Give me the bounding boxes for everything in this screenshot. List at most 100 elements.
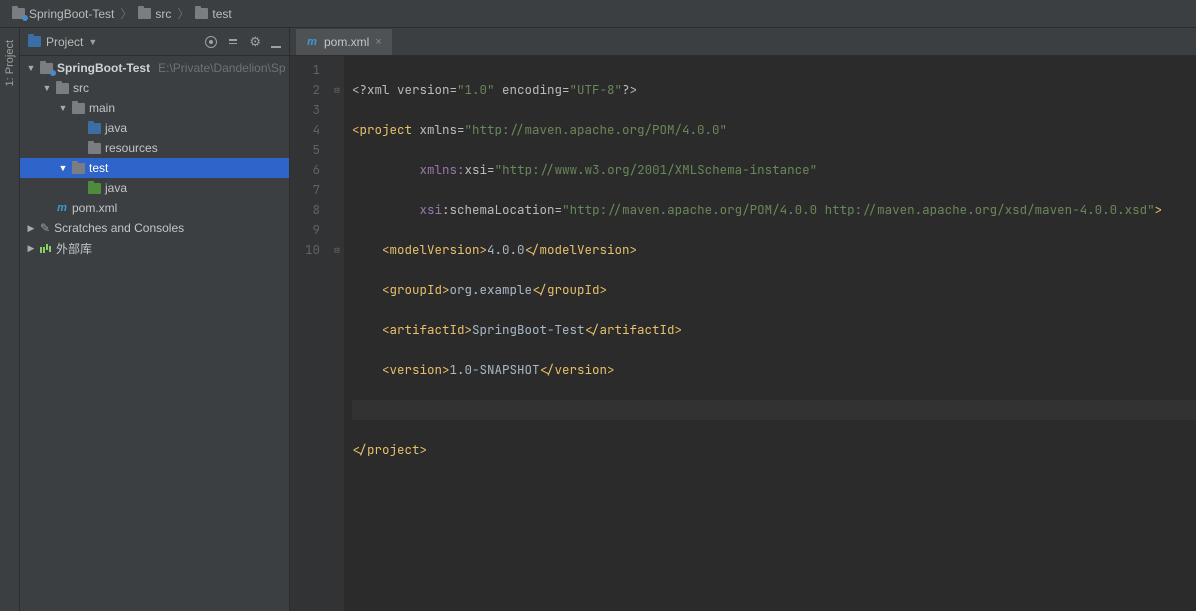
fold-toggle-icon[interactable]: ⊟ [330, 80, 344, 100]
line-number-gutter: 1 2 3 4 5 6 7 8 9 10 [290, 56, 330, 611]
xml-ns: xsi [420, 201, 443, 218]
project-folder-icon [12, 8, 25, 19]
folder-icon [138, 8, 151, 19]
xml-pi: encoding= [495, 81, 570, 98]
expand-arrow-icon[interactable]: ▼ [58, 103, 68, 113]
folder-icon [56, 83, 69, 94]
libraries-icon [40, 243, 52, 253]
xml-tag: <project [352, 121, 420, 138]
code-editor[interactable]: 1 2 3 4 5 6 7 8 9 10 ⊟ ⊟ <?xml version="… [290, 56, 1196, 611]
tree-path-hint: E:\Private\Dandelion\Sp [158, 61, 285, 75]
xml-tag: <groupId> [352, 281, 450, 298]
crumb-test[interactable]: test [195, 7, 231, 21]
xml-tag: </version> [540, 361, 615, 378]
xml-eq: = [555, 201, 563, 218]
line-number: 10 [290, 240, 320, 260]
xml-attr: :schemaLocation [442, 201, 555, 218]
tree-label: pom.xml [72, 201, 117, 215]
xml-pi: ?> [622, 81, 637, 98]
xml-text: 1.0-SNAPSHOT [450, 361, 540, 378]
resources-folder-icon [88, 143, 101, 154]
locate-icon[interactable] [205, 36, 217, 48]
xml-string: "http://www.w3.org/2001/XMLSchema-instan… [495, 161, 818, 178]
project-tree[interactable]: ▼ SpringBoot-Test E:\Private\Dandelion\S… [20, 56, 289, 611]
xml-text: SpringBoot-Test [472, 321, 585, 338]
folder-icon [72, 103, 85, 114]
tree-node-src[interactable]: ▼ src [20, 78, 289, 98]
tab-label: pom.xml [324, 35, 369, 49]
editor-tab-pom[interactable]: m pom.xml × [296, 29, 392, 55]
tree-node-java-test[interactable]: java [20, 178, 289, 198]
tree-node-pom[interactable]: m pom.xml [20, 198, 289, 218]
tree-node-scratches[interactable]: ▶ ✎ Scratches and Consoles [20, 218, 289, 238]
tree-node-resources[interactable]: resources [20, 138, 289, 158]
xml-string: "1.0" [457, 81, 495, 98]
crumb-separator: 〉 [177, 5, 189, 22]
xml-tag: <artifactId> [352, 321, 472, 338]
collapse-all-icon[interactable] [227, 36, 239, 48]
xml-string: "UTF-8" [570, 81, 623, 98]
gear-icon[interactable]: ⚙ [249, 36, 261, 48]
xml-attr: xmlns [420, 121, 458, 138]
line-number: 7 [290, 180, 320, 200]
line-number: 9 [290, 220, 320, 240]
expand-arrow-icon[interactable]: ▼ [26, 63, 36, 73]
project-tool-button[interactable]: 1: Project [4, 40, 16, 86]
editor-area: m pom.xml × 1 2 3 4 5 6 7 8 9 10 ⊟ ⊟ [290, 28, 1196, 611]
tree-label: java [105, 121, 127, 135]
tree-node-test[interactable]: ▼ test [20, 158, 289, 178]
xml-string: "http://maven.apache.org/POM/4.0.0 http:… [562, 201, 1155, 218]
tree-node-java-main[interactable]: java [20, 118, 289, 138]
tree-label: test [89, 161, 108, 175]
fold-end-icon[interactable]: ⊟ [330, 240, 344, 260]
line-number: 8 [290, 200, 320, 220]
tree-label: java [105, 181, 127, 195]
code-content[interactable]: <?xml version="1.0" encoding="UTF-8"?> <… [344, 56, 1196, 611]
xml-tag: > [1155, 201, 1163, 218]
pad [352, 161, 420, 178]
scratches-icon: ✎ [40, 221, 50, 235]
tree-root[interactable]: ▼ SpringBoot-Test E:\Private\Dandelion\S… [20, 58, 289, 78]
expand-arrow-icon[interactable]: ▶ [26, 223, 36, 234]
xml-ns: xmlns: [420, 161, 465, 178]
tree-node-main[interactable]: ▼ main [20, 98, 289, 118]
line-number: 5 [290, 140, 320, 160]
expand-arrow-icon[interactable]: ▼ [42, 83, 52, 93]
xml-text: 4.0.0 [487, 241, 525, 258]
crumb-label: test [212, 7, 231, 21]
xml-tag: </modelVersion> [525, 241, 638, 258]
project-panel: Project ▼ ⚙ ▼ SpringBoot-Test E:\Private… [20, 28, 290, 611]
line-number: 6 [290, 160, 320, 180]
line-number: 2 [290, 80, 320, 100]
panel-toolbar: ⚙ [205, 36, 283, 48]
editor-tabbar: m pom.xml × [290, 28, 1196, 56]
xml-string: "http://maven.apache.org/POM/4.0.0" [465, 121, 728, 138]
crumb-separator: 〉 [120, 5, 132, 22]
project-view-selector[interactable]: Project ▼ [28, 35, 205, 49]
tree-node-external-libs[interactable]: ▶ 外部库 [20, 238, 289, 258]
project-icon [28, 36, 41, 47]
tree-label: main [89, 101, 115, 115]
tree-label: src [73, 81, 89, 95]
xml-eq: = [487, 161, 495, 178]
tree-label: Scratches and Consoles [54, 221, 184, 235]
close-icon[interactable]: × [375, 36, 381, 48]
line-number: 4 [290, 120, 320, 140]
tree-label: 外部库 [56, 240, 92, 257]
project-folder-icon [40, 63, 53, 74]
folder-icon [72, 163, 85, 174]
crumb-root[interactable]: SpringBoot-Test [12, 7, 114, 21]
expand-arrow-icon[interactable]: ▶ [26, 243, 36, 254]
crumb-label: src [155, 7, 171, 21]
breadcrumb-bar: SpringBoot-Test 〉 src 〉 test [0, 0, 1196, 28]
fold-gutter: ⊟ ⊟ [330, 56, 344, 611]
xml-tag: </project> [352, 441, 427, 458]
xml-tag: <version> [352, 361, 450, 378]
crumb-src[interactable]: src [138, 7, 171, 21]
tree-label: SpringBoot-Test [57, 61, 150, 75]
maven-file-icon: m [306, 36, 318, 48]
line-number: 1 [290, 60, 320, 80]
expand-arrow-icon[interactable]: ▼ [58, 163, 68, 173]
tree-label: resources [105, 141, 158, 155]
hide-panel-icon[interactable] [271, 36, 283, 48]
